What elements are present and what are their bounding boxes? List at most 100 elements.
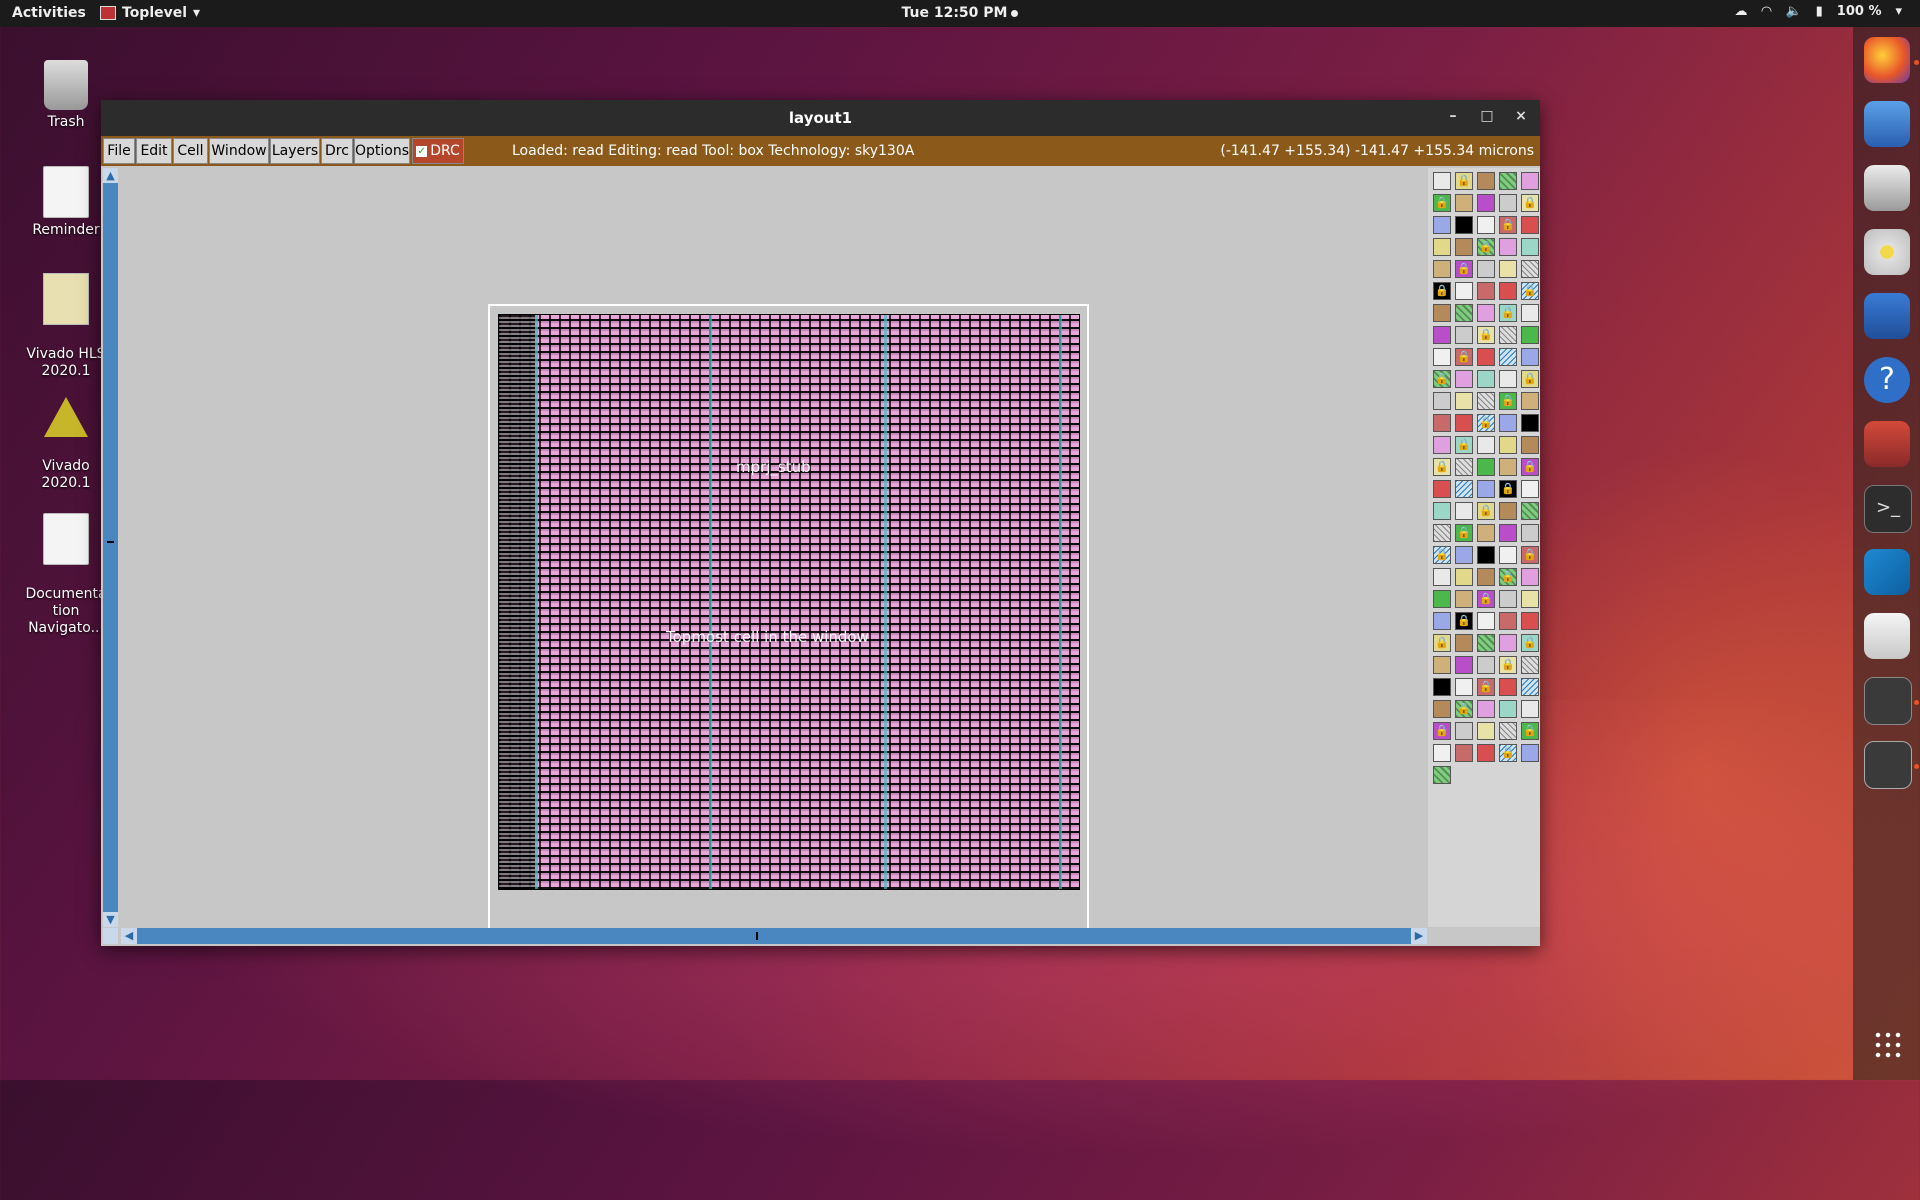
- layer-swatch[interactable]: 🔒: [1521, 194, 1539, 212]
- layer-swatch[interactable]: [1521, 304, 1539, 322]
- layer-swatch[interactable]: [1521, 744, 1539, 762]
- layer-swatch[interactable]: [1499, 238, 1517, 256]
- layer-swatch[interactable]: [1499, 546, 1517, 564]
- firefox-icon[interactable]: [1864, 37, 1910, 83]
- layer-swatch[interactable]: [1433, 326, 1451, 344]
- layer-swatch[interactable]: [1433, 568, 1451, 586]
- layer-swatch[interactable]: [1455, 370, 1473, 388]
- scroll-down-icon[interactable]: ▼: [103, 912, 118, 927]
- menu-drc[interactable]: Drc: [321, 138, 353, 164]
- layer-swatch[interactable]: [1521, 260, 1539, 278]
- layer-swatch[interactable]: 🔒: [1499, 568, 1517, 586]
- layer-swatch[interactable]: [1433, 392, 1451, 410]
- layer-swatch[interactable]: [1521, 172, 1539, 190]
- minimize-icon[interactable]: –: [1443, 108, 1463, 124]
- layer-swatch[interactable]: 🔒: [1433, 634, 1451, 652]
- layer-swatch[interactable]: [1521, 216, 1539, 234]
- layer-swatch[interactable]: [1455, 194, 1473, 212]
- layer-swatch[interactable]: [1455, 656, 1473, 674]
- layer-swatch[interactable]: [1455, 744, 1473, 762]
- layer-swatch[interactable]: [1521, 480, 1539, 498]
- layer-swatch[interactable]: 🔒: [1521, 458, 1539, 476]
- layer-swatch[interactable]: 🔒: [1477, 590, 1495, 608]
- layer-swatch[interactable]: [1477, 634, 1495, 652]
- clock[interactable]: Tue 12:50 PM: [0, 5, 1920, 21]
- layer-swatch[interactable]: 🔒: [1477, 678, 1495, 696]
- layer-swatch[interactable]: [1477, 700, 1495, 718]
- layer-swatch[interactable]: [1477, 568, 1495, 586]
- layer-swatch[interactable]: 🔒: [1433, 722, 1451, 740]
- layer-swatch[interactable]: [1433, 744, 1451, 762]
- desktop-icon-vivado[interactable]: Vivado 2020.1: [21, 374, 111, 509]
- layer-swatch[interactable]: [1433, 590, 1451, 608]
- layer-swatch[interactable]: [1433, 766, 1451, 784]
- maximize-icon[interactable]: □: [1477, 108, 1497, 124]
- layer-swatch[interactable]: [1455, 590, 1473, 608]
- layer-swatch[interactable]: 🔒: [1521, 370, 1539, 388]
- layer-swatch[interactable]: [1521, 590, 1539, 608]
- layer-swatch[interactable]: [1477, 480, 1495, 498]
- layer-swatch[interactable]: [1499, 436, 1517, 454]
- vscode-icon[interactable]: [1864, 549, 1910, 595]
- layer-swatch[interactable]: [1433, 612, 1451, 630]
- layer-swatch[interactable]: [1477, 172, 1495, 190]
- magic-window-icon[interactable]: [1864, 677, 1912, 725]
- layer-swatch[interactable]: [1499, 722, 1517, 740]
- layer-swatch[interactable]: [1499, 502, 1517, 520]
- layer-swatch[interactable]: [1455, 480, 1473, 498]
- menu-window[interactable]: Window: [209, 138, 269, 164]
- layer-swatch[interactable]: 🔒: [1455, 524, 1473, 542]
- layout-canvas[interactable]: mprj_stub Topmost cell in the window: [121, 168, 1427, 933]
- show-applications-icon[interactable]: [1873, 1030, 1903, 1060]
- layer-swatch[interactable]: [1499, 634, 1517, 652]
- system-status[interactable]: ☁ ◠ 🔈 ▮ 100 % ▾: [1734, 4, 1902, 19]
- terminal-icon[interactable]: >_: [1864, 485, 1912, 533]
- menu-file[interactable]: File: [103, 138, 135, 164]
- writer-icon[interactable]: [1864, 293, 1910, 339]
- layer-swatch[interactable]: [1477, 524, 1495, 542]
- layer-swatch[interactable]: 🔒: [1521, 634, 1539, 652]
- layer-swatch[interactable]: [1477, 370, 1495, 388]
- layer-swatch[interactable]: 🔒: [1499, 656, 1517, 674]
- layer-swatch[interactable]: [1521, 524, 1539, 542]
- layer-swatch[interactable]: [1433, 656, 1451, 674]
- layer-swatch[interactable]: [1455, 568, 1473, 586]
- layer-swatch[interactable]: [1455, 722, 1473, 740]
- layer-swatch[interactable]: 🔒: [1499, 480, 1517, 498]
- layer-swatch[interactable]: 🔒: [1433, 458, 1451, 476]
- layer-swatch[interactable]: 🔒: [1455, 436, 1473, 454]
- menu-options[interactable]: Options: [354, 138, 410, 164]
- layer-swatch[interactable]: 🔒: [1433, 194, 1451, 212]
- scroll-up-icon[interactable]: ▲: [103, 168, 118, 183]
- layer-swatch[interactable]: [1477, 744, 1495, 762]
- layer-swatch[interactable]: [1521, 700, 1539, 718]
- vertical-scrollbar[interactable]: ▲ ▼: [103, 168, 118, 927]
- desktop-icon-reminder[interactable]: Reminder: [21, 166, 111, 239]
- layer-swatch[interactable]: [1499, 524, 1517, 542]
- scroll-left-icon[interactable]: ◀: [121, 928, 137, 944]
- layer-swatch[interactable]: [1433, 502, 1451, 520]
- layer-swatch[interactable]: [1433, 414, 1451, 432]
- layer-swatch[interactable]: [1499, 458, 1517, 476]
- layer-swatch[interactable]: [1455, 326, 1473, 344]
- layer-swatch[interactable]: [1477, 612, 1495, 630]
- layer-swatch[interactable]: 🔒: [1433, 282, 1451, 300]
- layer-swatch[interactable]: [1521, 326, 1539, 344]
- layer-swatch[interactable]: [1499, 282, 1517, 300]
- files-icon[interactable]: [1864, 165, 1910, 211]
- layer-swatch[interactable]: [1455, 238, 1473, 256]
- layer-swatch[interactable]: [1433, 436, 1451, 454]
- scroll-right-icon[interactable]: ▶: [1411, 928, 1427, 944]
- layer-swatch[interactable]: 🔒: [1433, 370, 1451, 388]
- close-icon[interactable]: ×: [1511, 108, 1531, 124]
- scroll-thumb[interactable]: [756, 932, 758, 940]
- layer-swatch[interactable]: 🔒: [1521, 546, 1539, 564]
- layer-swatch[interactable]: [1499, 612, 1517, 630]
- layer-swatch[interactable]: [1433, 216, 1451, 234]
- layer-swatch[interactable]: [1499, 348, 1517, 366]
- layer-swatch[interactable]: 🔒: [1499, 392, 1517, 410]
- layer-swatch[interactable]: [1455, 458, 1473, 476]
- layer-swatch[interactable]: [1499, 590, 1517, 608]
- layer-swatch[interactable]: 🔒: [1521, 722, 1539, 740]
- layer-swatch[interactable]: [1477, 392, 1495, 410]
